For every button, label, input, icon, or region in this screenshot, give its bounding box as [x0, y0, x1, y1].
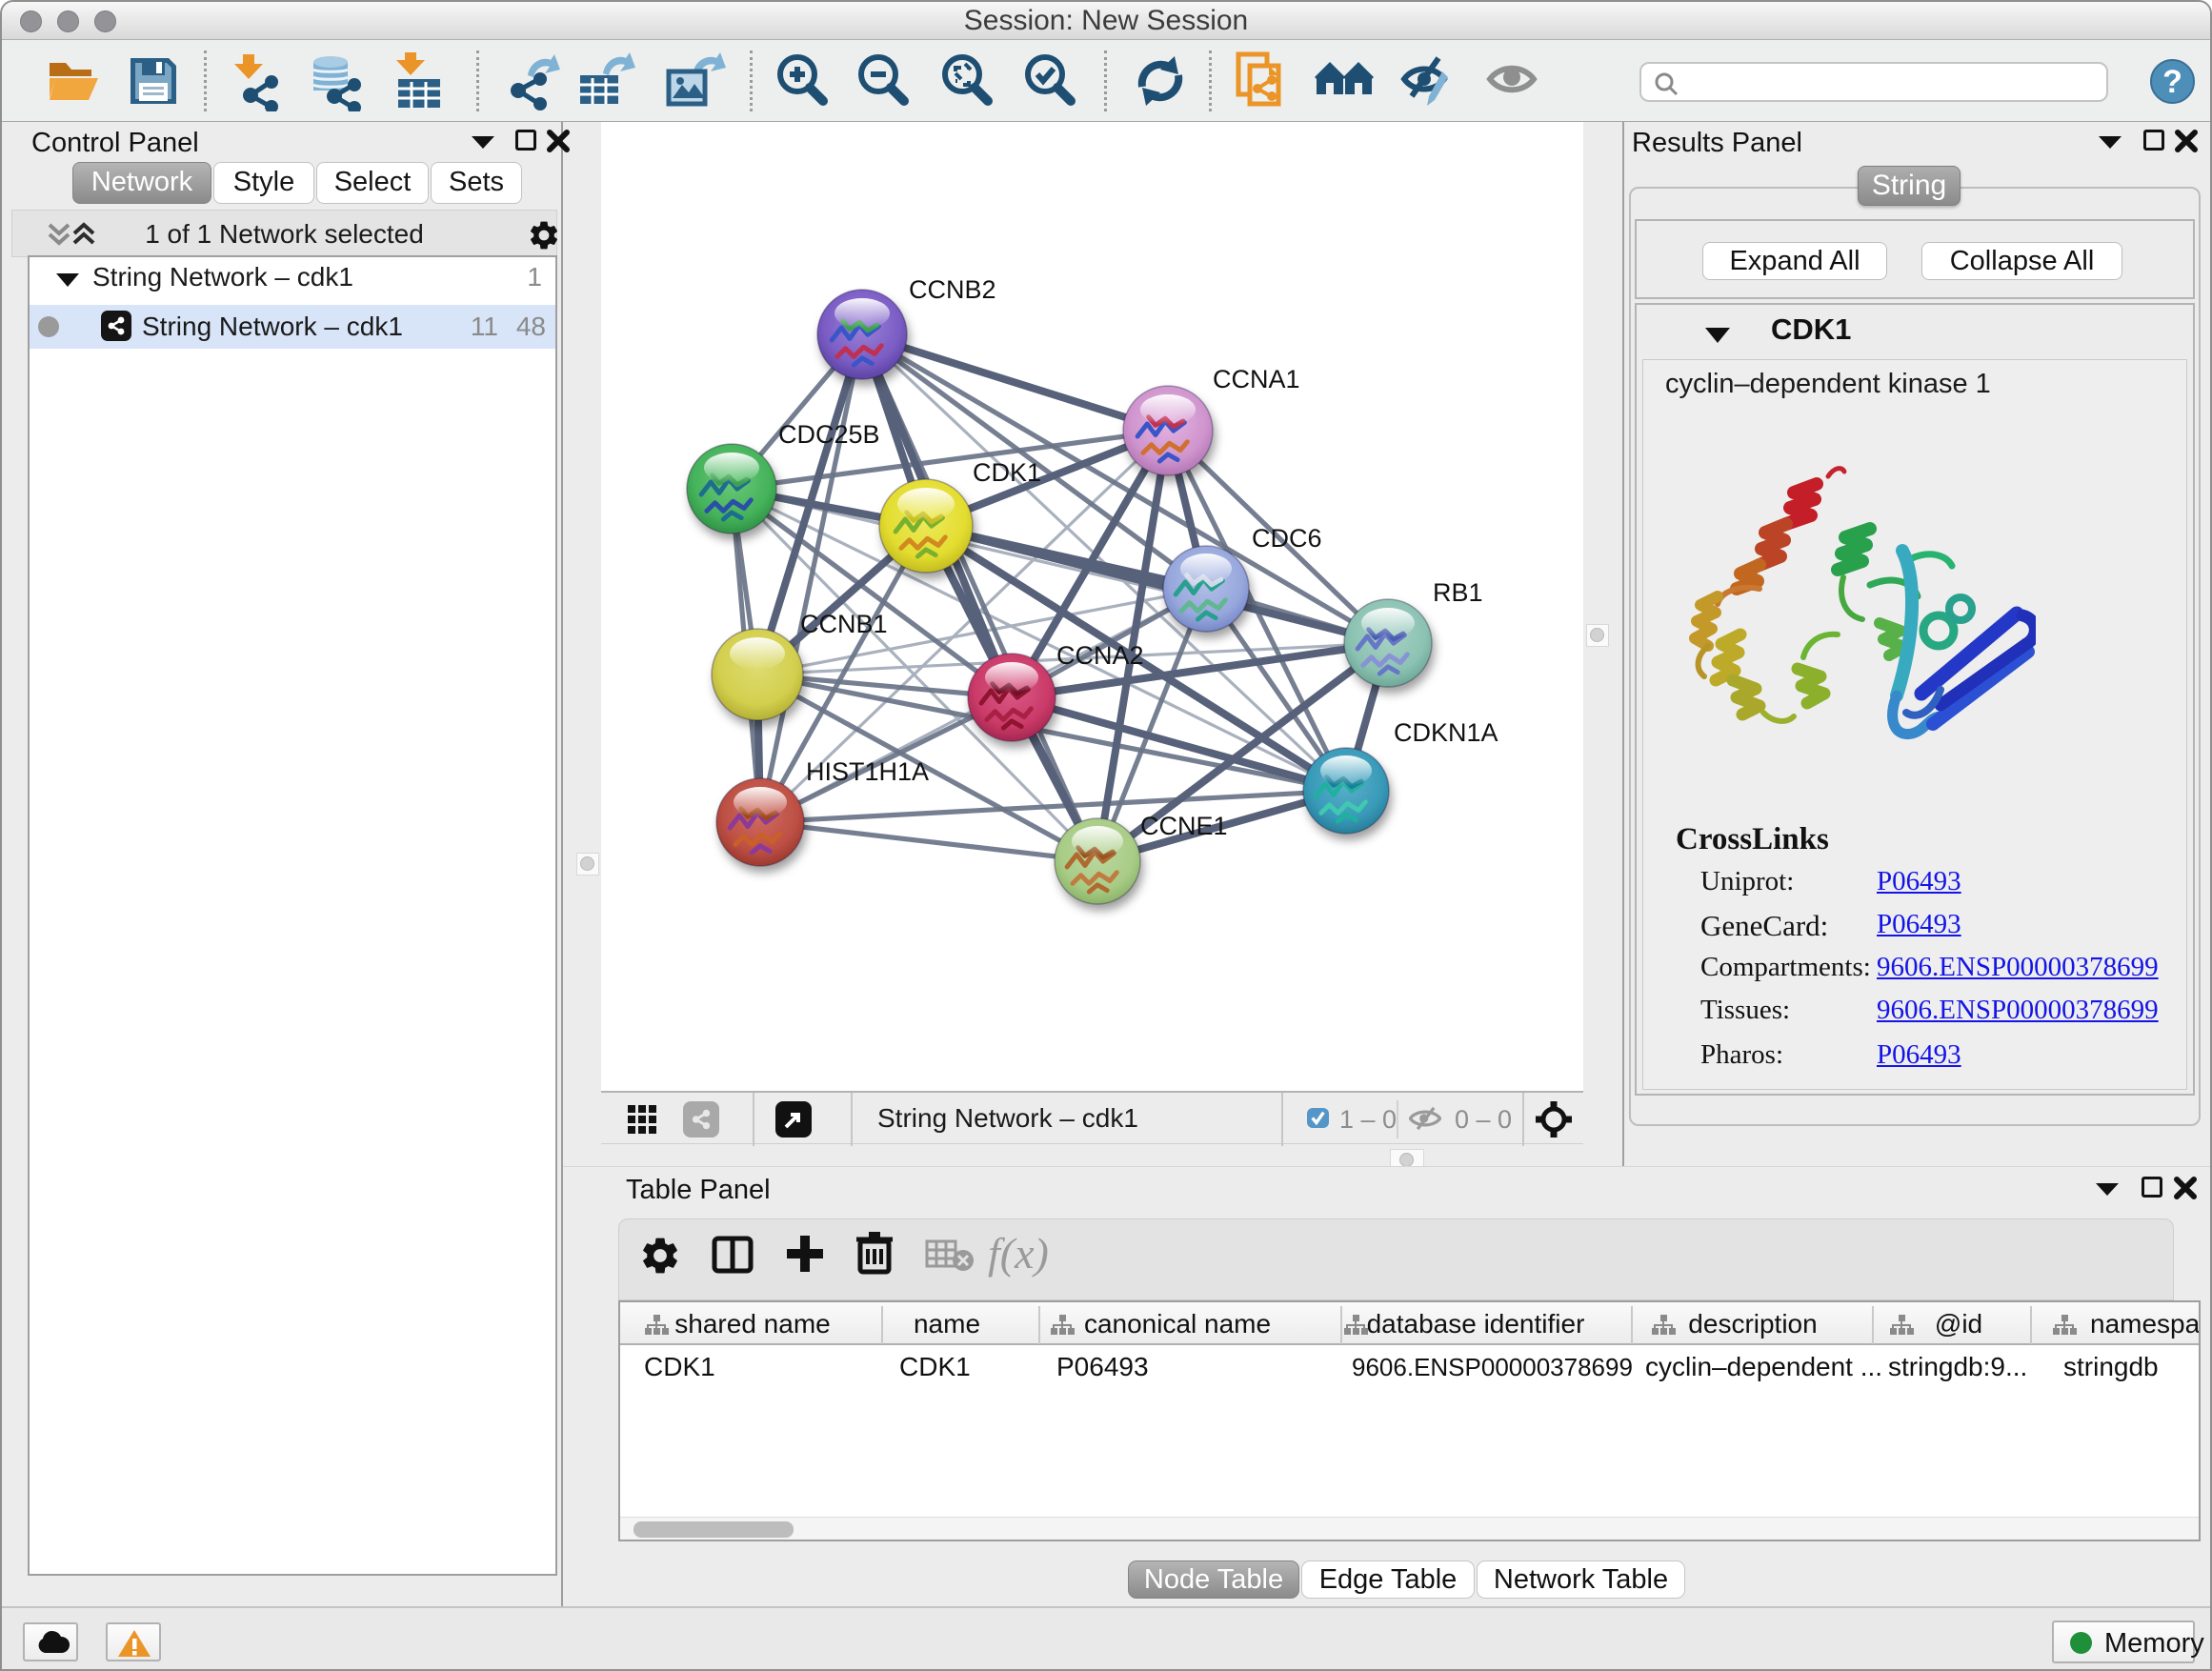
svg-text:CDC6: CDC6 — [1252, 524, 1322, 553]
svg-text:CDC25B: CDC25B — [778, 420, 880, 449]
svg-text:CCNA2: CCNA2 — [1056, 641, 1144, 670]
svg-text:CDKN1A: CDKN1A — [1394, 718, 1498, 747]
svg-text:RB1: RB1 — [1433, 578, 1483, 607]
svg-text:CCNE1: CCNE1 — [1140, 812, 1228, 840]
svg-text:CCNA1: CCNA1 — [1213, 365, 1300, 393]
svg-text:CDK1: CDK1 — [973, 458, 1041, 487]
svg-text:CCNB1: CCNB1 — [800, 610, 888, 638]
svg-text:CCNB2: CCNB2 — [909, 275, 996, 304]
svg-text:HIST1H1A: HIST1H1A — [806, 757, 929, 786]
